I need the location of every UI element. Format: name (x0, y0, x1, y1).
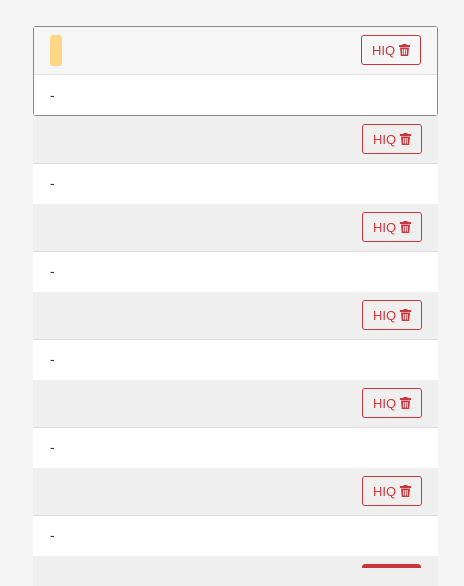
list-item[interactable]: HIQ - (33, 204, 438, 292)
item-body: - (34, 75, 437, 115)
item-value: - (50, 87, 55, 103)
item-value: - (50, 175, 55, 191)
trash-icon (400, 221, 412, 233)
delete-button-label: HIQ (372, 219, 397, 235)
delete-button-label: HIQ (372, 131, 397, 147)
item-header[interactable]: HIQ (33, 292, 438, 340)
item-body: - (33, 428, 438, 468)
item-list: HIQ - HIQ - HIQ - HIQ - HIQ - HIQ - (33, 26, 438, 586)
item-body: - (33, 516, 438, 556)
delete-button-label: HIQ (371, 42, 396, 58)
color-tag (50, 35, 62, 66)
item-body: - (33, 164, 438, 204)
trash-icon (399, 44, 411, 56)
item-header[interactable]: HIQ (33, 116, 438, 164)
trash-icon (400, 309, 412, 321)
list-item[interactable]: HIQ - (33, 468, 438, 556)
list-item-partial[interactable] (33, 556, 438, 586)
list-item[interactable]: HIQ - (33, 380, 438, 468)
trash-icon (400, 485, 412, 497)
delete-button[interactable]: HIQ (362, 388, 422, 418)
item-body: - (33, 252, 438, 292)
item-body: - (33, 340, 438, 380)
item-header[interactable]: HIQ (34, 27, 437, 75)
delete-button[interactable]: HIQ (362, 300, 422, 330)
delete-button-label: HIQ (372, 395, 397, 411)
delete-button-partial[interactable] (362, 564, 421, 568)
trash-icon (400, 133, 412, 145)
delete-button-label: HIQ (372, 307, 397, 323)
delete-button[interactable]: HIQ (362, 212, 422, 242)
item-header[interactable]: HIQ (33, 204, 438, 252)
list-item-selected[interactable]: HIQ - (33, 26, 438, 116)
item-header[interactable]: HIQ (33, 468, 438, 516)
item-value: - (50, 527, 55, 543)
delete-button[interactable]: HIQ (362, 476, 422, 506)
list-item[interactable]: HIQ - (33, 116, 438, 204)
item-value: - (50, 439, 55, 455)
list-item[interactable]: HIQ - (33, 292, 438, 380)
item-value: - (50, 351, 55, 367)
delete-button[interactable]: HIQ (362, 124, 422, 154)
delete-button-label: HIQ (372, 483, 397, 499)
item-value: - (50, 263, 55, 279)
item-header[interactable]: HIQ (33, 380, 438, 428)
delete-button[interactable]: HIQ (361, 35, 421, 65)
trash-icon (400, 397, 412, 409)
